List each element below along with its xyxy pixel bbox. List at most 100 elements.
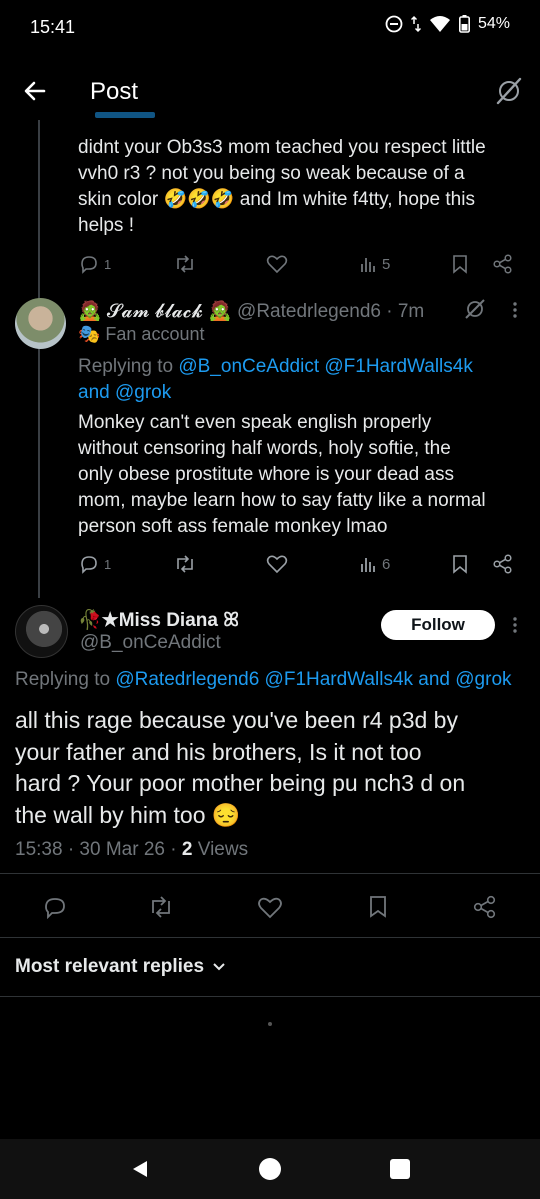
timestamp: 15:38 · 30 Mar 26 · xyxy=(15,839,177,860)
text-line: helps ! xyxy=(78,215,134,236)
more-options-icon[interactable] xyxy=(508,299,522,321)
display-name[interactable]: 🧟 𝓢𝓪𝓶 𝓫𝓵𝓪𝓬𝓴 🧟 xyxy=(78,301,232,322)
text-line: skin color 🤣🤣🤣 and Im white f4tty, hope … xyxy=(78,189,475,210)
chevron-down-icon xyxy=(213,963,225,971)
replying-to-link[interactable]: @Ratedrlegend6 @F1HardWalls4k and @grok xyxy=(115,669,511,690)
repost-icon xyxy=(177,255,193,273)
text-line: person soft ass female monkey lmao xyxy=(78,516,388,537)
views-count: 5 xyxy=(382,255,391,273)
reply-icon xyxy=(45,898,65,919)
views-count[interactable]: 2 xyxy=(182,839,193,860)
more-options-icon[interactable] xyxy=(508,614,522,636)
tweet-reply-text: Monkey can't even speak english properly… xyxy=(78,410,538,540)
dnd-icon xyxy=(385,15,403,33)
divider xyxy=(0,873,540,874)
battery-percent: 54% xyxy=(477,15,510,32)
views-chart-icon xyxy=(361,558,375,572)
text-line: without censoring half words, holy softi… xyxy=(78,438,451,459)
heart-icon xyxy=(266,255,288,274)
replying-to: Replying to @B_onCeAddict @F1HardWalls4k… xyxy=(78,354,528,406)
handle[interactable]: @B_onCeAddict xyxy=(80,632,221,654)
reply-count: 1 xyxy=(104,556,112,572)
follow-button[interactable]: Follow xyxy=(381,610,495,640)
views-count: 6 xyxy=(382,555,391,573)
loading-dot xyxy=(268,1022,272,1026)
replies-sort-label: Most relevant replies xyxy=(15,956,205,977)
replying-to-link[interactable]: and @grok xyxy=(78,382,171,403)
reply-button[interactable] xyxy=(42,895,68,919)
page-title: Post xyxy=(90,78,139,105)
repost-button[interactable] xyxy=(147,895,175,919)
reply-icon xyxy=(81,556,97,574)
post-meta: 15:38 · 30 Mar 26 · 2 Views xyxy=(15,839,248,861)
replying-prefix: Replying to xyxy=(15,669,111,690)
repost-icon xyxy=(177,555,193,573)
tweet-top-actions: 1 5 xyxy=(78,252,518,276)
avatar[interactable] xyxy=(15,298,66,349)
like-button[interactable] xyxy=(257,896,283,920)
bookmark-button[interactable] xyxy=(368,895,388,919)
text-line: your father and his brothers, Is it not … xyxy=(15,738,422,765)
tweet-reply-actions: 1 6 xyxy=(78,554,518,578)
text-line: vvh0 r3 ? not you being so weak because … xyxy=(78,163,465,184)
grok-icon[interactable] xyxy=(463,297,487,321)
divider xyxy=(0,937,540,938)
handle-time[interactable]: @Ratedrlegend6 · 7m xyxy=(237,301,424,322)
replying-to-link[interactable]: @B_onCeAddict @F1HardWalls4k xyxy=(178,356,472,377)
grok-icon[interactable] xyxy=(494,76,524,106)
share-icon xyxy=(493,554,512,574)
display-name[interactable]: 🥀★Miss Diana ꕤ xyxy=(78,608,239,632)
tweet-reply-header: 🧟 𝓢𝓪𝓶 𝓫𝓵𝓪𝓬𝓴 🧟 @Ratedrlegend6 · 7m xyxy=(78,299,424,323)
reply-icon xyxy=(81,256,97,274)
repost-icon xyxy=(152,896,170,918)
text-line: hard ? Your poor mother being pu nch3 d … xyxy=(15,770,466,796)
replying-to: Replying to @Ratedrlegend6 @F1HardWalls4… xyxy=(15,669,512,691)
nav-back-icon[interactable] xyxy=(130,1159,150,1179)
nav-home-icon[interactable] xyxy=(259,1158,281,1180)
clipped-handle-text xyxy=(95,112,155,118)
text-line: didnt your Ob3s3 mom teached you respect… xyxy=(78,137,486,158)
replies-sort-dropdown[interactable]: Most relevant replies xyxy=(15,956,226,978)
share-button[interactable] xyxy=(492,554,514,574)
bookmark-icon xyxy=(370,896,386,918)
status-time: 15:41 xyxy=(30,17,76,37)
back-arrow-icon[interactable] xyxy=(20,76,50,106)
fan-account-badge: 🎭 Fan account xyxy=(78,324,205,344)
share-button[interactable] xyxy=(492,254,514,274)
bookmark-button[interactable] xyxy=(451,254,469,274)
reply-button[interactable]: 1 xyxy=(78,254,111,274)
views-chart-icon xyxy=(361,258,375,272)
status-icons: 54% xyxy=(385,15,510,33)
like-button[interactable] xyxy=(266,254,288,274)
share-icon xyxy=(473,895,496,919)
reply-button[interactable]: 1 xyxy=(78,554,111,574)
heart-icon xyxy=(258,897,282,919)
battery-icon xyxy=(458,15,470,33)
repost-button[interactable] xyxy=(173,254,197,274)
views-button[interactable]: 6 xyxy=(358,554,390,574)
avatar[interactable] xyxy=(15,605,68,658)
text-line: the wall by him too 😔 xyxy=(15,801,241,828)
status-bar: 15:41 54% xyxy=(0,0,540,56)
tweet-top-text: didnt your Ob3s3 mom teached you respect… xyxy=(78,135,538,239)
wifi-icon xyxy=(429,15,451,33)
views-button[interactable]: 5 xyxy=(358,254,390,274)
text-line: mom, maybe learn how to say fatty like a… xyxy=(78,490,486,511)
nav-recents-icon[interactable] xyxy=(390,1159,410,1179)
views-label[interactable]: Views xyxy=(198,839,248,860)
like-button[interactable] xyxy=(266,554,288,574)
data-arrows-icon xyxy=(410,15,421,33)
text-line: Monkey can't even speak english properly xyxy=(78,412,432,433)
bookmark-button[interactable] xyxy=(451,554,469,574)
text-line: only obese prostitute whore is your dead… xyxy=(78,464,454,485)
bookmark-icon xyxy=(453,255,467,274)
thread-line xyxy=(38,120,40,598)
share-icon xyxy=(493,254,512,274)
repost-button[interactable] xyxy=(173,554,197,574)
bookmark-icon xyxy=(453,555,467,574)
divider xyxy=(0,996,540,997)
reply-count: 1 xyxy=(104,256,112,272)
scrolled-header-remnant xyxy=(0,112,540,122)
heart-icon xyxy=(266,555,288,574)
share-button[interactable] xyxy=(472,895,498,919)
